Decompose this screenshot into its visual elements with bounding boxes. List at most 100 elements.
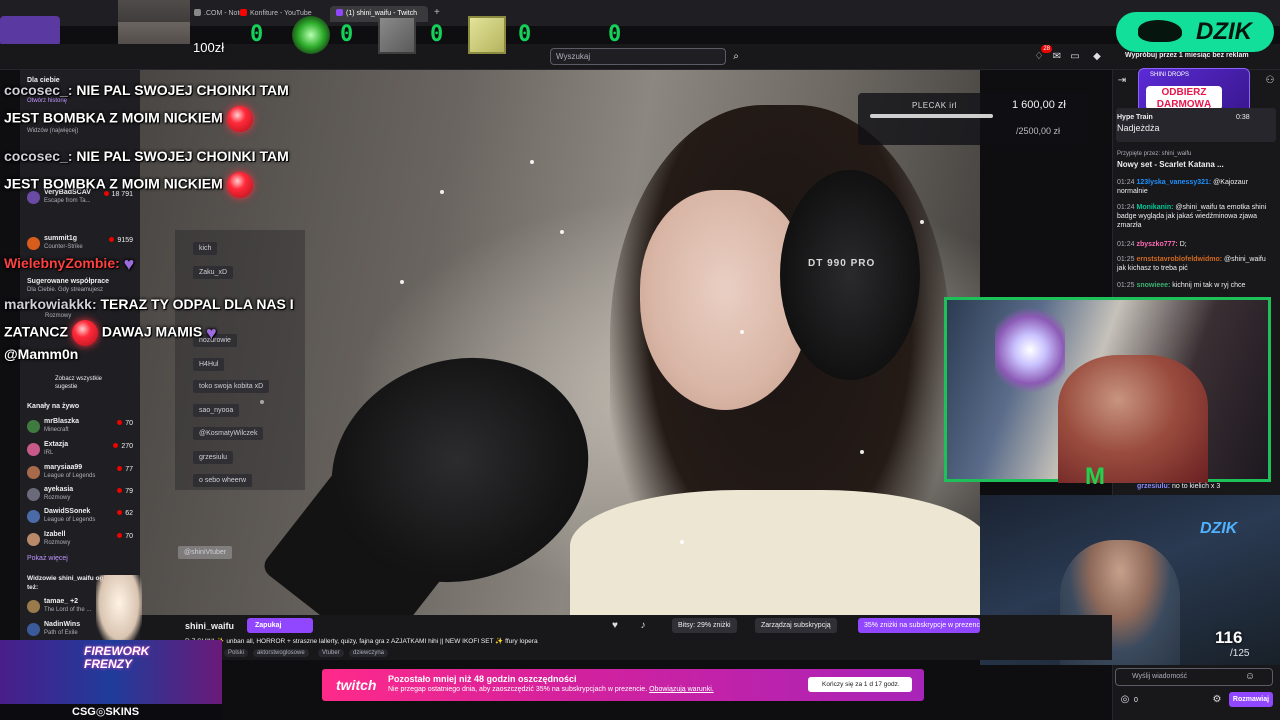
sidebar-channel[interactable]: DawidSSonek League of Legends 62 xyxy=(27,508,137,528)
sidebar-channel[interactable]: Izabell Rozmowy 70 xyxy=(27,531,137,551)
avatar xyxy=(27,443,40,456)
gift-sub-promo-button[interactable]: 35% zniżki na subskrypcje w prezencie xyxy=(858,618,980,633)
sidebar-channel[interactable]: ayekasia Rozmowy 79 xyxy=(27,486,137,506)
headphone-label: DT 990 PRO xyxy=(808,258,876,269)
avatar xyxy=(27,533,40,546)
backpack-label: PLECAK irl xyxy=(912,101,958,110)
avatar xyxy=(27,237,40,250)
twitch-icon xyxy=(336,9,343,16)
christmas-tree xyxy=(995,300,1065,400)
chat-settings-icon[interactable]: ⚙ xyxy=(1210,693,1224,707)
cam-logo: M xyxy=(1085,463,1105,490)
game-counter: 0 xyxy=(518,22,532,47)
show-more-link[interactable]: Pokaż więcej xyxy=(27,555,68,562)
pinned-by: Przypięte przez: shini_waifu xyxy=(1117,151,1192,157)
overlay-chat-line: markowiakkk: TERAZ TY ODPAL DLA NAS I xyxy=(4,296,294,312)
backpack-progress-bar xyxy=(870,114,993,118)
show-all-suggestions-link[interactable]: Zobacz wszystkie sugestie xyxy=(55,375,119,391)
youtube-icon xyxy=(240,9,247,16)
sidebar-channel[interactable]: marysiaa99 League of Legends 77 xyxy=(27,464,137,484)
hype-train-status: Nadjeżdża xyxy=(1117,123,1160,133)
sidebar-channel[interactable]: mrBlaszka Minecraft 70 xyxy=(27,418,137,438)
suggested-category: Rozmowy xyxy=(45,313,72,319)
heart-icon[interactable]: ♥ xyxy=(608,619,622,633)
live-channels-header: Kanały na żywo xyxy=(27,403,80,410)
bits-icon[interactable]: ◆ xyxy=(1090,50,1104,64)
chat-send-button[interactable]: Rozmawiaj xyxy=(1229,692,1273,707)
stream-tag[interactable]: aktorstwoglosowe xyxy=(253,649,309,657)
ender-pearl-icon xyxy=(292,16,330,54)
backpack-total: /2500,00 zł xyxy=(1016,126,1061,136)
terms-link[interactable]: Obowiązują warunki. xyxy=(649,686,714,693)
emote-picker-icon[interactable]: ☺ xyxy=(1243,670,1257,684)
game-counter: 0 xyxy=(340,22,354,47)
twitch-logo: twitch xyxy=(336,677,377,693)
overlay-avatar xyxy=(0,16,60,46)
stream-chat-msg: H4Hul xyxy=(193,358,225,371)
stream-tag[interactable]: Polski xyxy=(224,649,249,657)
whispers-icon[interactable]: ▭ xyxy=(1068,50,1082,64)
chat-message: 01:24 Monikanin: @shini_waifu ta emotka … xyxy=(1117,204,1267,229)
rooster-image xyxy=(96,575,142,645)
suggested-collab-sub: Dla Ciebie. Gdy streamujesz xyxy=(27,287,104,293)
video-streamer-shirt xyxy=(570,490,980,615)
heart-emote-icon: ♥ xyxy=(123,254,135,274)
hype-train-timer: 0:38 xyxy=(1236,114,1250,121)
stream-chat-msg: Zaku_xD xyxy=(193,266,234,279)
ornament-emote-icon xyxy=(71,320,98,346)
sidebar-channel[interactable]: summit1g Counter-Strike 9159 xyxy=(27,235,137,255)
overlay-chat-line: @Mamm0n xyxy=(4,346,79,362)
manage-subscription-button[interactable]: Zarządzaj subskrypcją xyxy=(755,618,837,633)
stream-chat-msg: o sebo wheerw xyxy=(193,474,253,487)
stream-title: R Z SHINI ✨ unban all, HORROR + straszne… xyxy=(185,638,538,645)
follow-button[interactable]: Zapukaj xyxy=(247,618,313,633)
stream-tag[interactable]: dziewczyna xyxy=(349,649,389,657)
collapse-chat-icon[interactable]: ⇥ xyxy=(1115,74,1129,88)
chat-users-icon[interactable]: ⚇ xyxy=(1263,74,1277,88)
bits-discount-button[interactable]: Bitsy: 29% zniżki xyxy=(672,618,737,633)
overlay-chat-line: WielebnyZombie: ♥ xyxy=(4,254,135,274)
favicon-icon xyxy=(194,9,201,16)
webcam-person xyxy=(1058,355,1208,483)
drops-label: SHINI DROPS xyxy=(1150,72,1190,78)
search-input[interactable]: Wyszukaj xyxy=(550,48,726,65)
channel-points-count: 0 xyxy=(1134,697,1138,704)
headphones xyxy=(780,170,920,380)
overlay-chat-line: JEST BOMBKA Z MOIM NICKIEM xyxy=(4,106,253,132)
channel-points-icon[interactable]: ◎ xyxy=(1118,693,1132,707)
snowflake xyxy=(740,330,744,334)
ad-title: FIREWORK FRENZY xyxy=(84,644,150,671)
search-icon[interactable]: ⌕ xyxy=(728,48,744,65)
notification-bell-icon[interactable]: ♪ xyxy=(636,619,650,633)
snowflake xyxy=(920,220,924,224)
open-history-link[interactable]: Otwórz historię xyxy=(27,98,67,104)
sidebar-channel[interactable]: Extazja IRL 270 xyxy=(27,441,137,461)
dzik-logo-text: DZIK xyxy=(1196,18,1252,45)
backpack-value: 1 600,00 zł xyxy=(1012,99,1066,111)
prime-promo-link[interactable]: Wypróbuj przez 1 miesiąc bez reklam xyxy=(1125,52,1249,59)
new-tab-button[interactable]: + xyxy=(428,4,446,20)
inbox-icon[interactable]: ✉ xyxy=(1050,50,1064,64)
ornament-emote-icon xyxy=(226,172,253,198)
chat-message: 01:25 ernststavroblofeldwidmo: @shini_wa… xyxy=(1117,256,1266,272)
game-counter: 0 xyxy=(250,22,264,47)
cam-counter-total: /125 xyxy=(1230,648,1250,659)
overlay-chat-line: cocosec_: NIE PAL SWOJEJ CHOINKI TAM xyxy=(4,82,289,98)
game-counter: 0 xyxy=(608,22,622,47)
banner-timer: Kończy się za 1 d 17 godz. xyxy=(808,677,912,692)
claim-free-case-button[interactable]: ODBIERZ DARMOWĄ SKRZYNKĘ! xyxy=(1146,86,1222,122)
chat-message: 01:24 123lyska_vanessy321: @Kajozaur nor… xyxy=(1117,179,1248,195)
heart-emote-icon: ♥ xyxy=(206,322,217,343)
pinned-message[interactable]: Nowy set - Scarlet Katana ... xyxy=(1117,160,1275,169)
notifications-icon[interactable]: ♢ 28 xyxy=(1032,45,1052,64)
stone-block-icon xyxy=(378,16,416,54)
snowflake xyxy=(530,160,534,164)
banner-title: Pozostało mniej niż 48 godzin oszczędnoś… xyxy=(388,674,577,684)
suggested-collab-header: Sugerowane współprace xyxy=(27,278,110,285)
channel-name[interactable]: shini_waifu xyxy=(185,621,234,631)
snowflake xyxy=(400,280,404,284)
stream-chat-msg: sao_nyooa xyxy=(193,404,240,417)
game-counter: 0 xyxy=(430,22,444,47)
stream-tag[interactable]: Vtuber xyxy=(318,649,344,657)
boar-icon xyxy=(1138,20,1182,42)
